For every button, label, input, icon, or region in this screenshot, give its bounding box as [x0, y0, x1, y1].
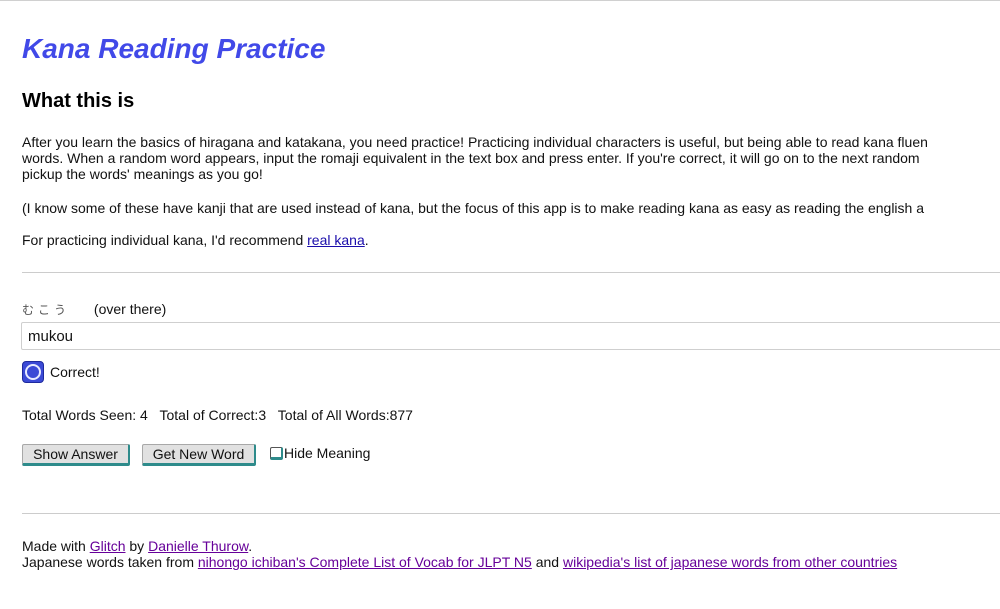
divider-top — [22, 272, 1000, 273]
made-with-text: Made with — [22, 538, 90, 554]
footer: Made with Glitch by Danielle Thurow. Jap… — [22, 538, 897, 570]
intro-line-2: words. When a random word appears, input… — [22, 150, 920, 166]
recommendation-prefix: For practicing individual kana, I'd reco… — [22, 232, 308, 248]
taken-from-text: Japanese words taken from — [22, 554, 198, 570]
by-text: by — [125, 538, 149, 554]
glitch-link[interactable]: Glitch — [90, 538, 126, 554]
show-answer-button[interactable]: Show Answer — [22, 444, 130, 466]
get-new-word-button[interactable]: Get New Word — [142, 444, 256, 466]
all-words-value: 877 — [389, 407, 413, 423]
page-title: Kana Reading Practice — [22, 33, 326, 64]
divider-bottom — [22, 513, 1000, 514]
author-link[interactable]: Danielle Thurow — [148, 538, 248, 554]
words-seen-value: 4 — [140, 407, 148, 423]
all-words-label: Total of All Words: — [277, 407, 390, 423]
recommendation-suffix: . — [364, 232, 369, 248]
romaji-answer-input[interactable] — [21, 322, 1000, 350]
word-meaning: (over there) — [93, 301, 167, 317]
jlpt-vocab-link[interactable]: nihongo ichiban's Complete List of Vocab… — [198, 554, 532, 570]
hide-meaning-label: Hide Meaning — [284, 445, 371, 461]
section-heading: What this is — [22, 90, 135, 112]
kana-word: むこう — [22, 303, 71, 317]
correct-label: Total of Correct: — [159, 407, 259, 423]
period-text: . — [248, 538, 253, 554]
kanji-note: (I know some of these have kanji that ar… — [22, 200, 924, 216]
result-feedback: Correct! — [22, 360, 100, 384]
recommendation-paragraph: For practicing individual kana, I'd reco… — [22, 232, 369, 248]
real-kana-link[interactable]: real kana — [307, 232, 365, 248]
circle-correct-icon — [22, 361, 44, 383]
correct-value: 3 — [258, 407, 267, 423]
intro-line-3: pickup the words' meanings as you go! — [22, 166, 263, 182]
stats-line: Total Words Seen: 4 Total of Correct:3 T… — [22, 407, 413, 423]
intro-line-1: After you learn the basics of hiragana a… — [22, 134, 928, 150]
words-seen-label: Total Words Seen: — [22, 407, 141, 423]
and-text: and — [531, 554, 563, 570]
hide-meaning-checkbox[interactable] — [270, 446, 283, 460]
result-text: Correct! — [50, 364, 100, 380]
wikipedia-link[interactable]: wikipedia's list of japanese words from … — [563, 554, 897, 570]
intro-paragraph: After you learn the basics of hiragana a… — [22, 134, 928, 182]
quiz-word: むこう (over there) — [22, 301, 166, 318]
hide-meaning-toggle[interactable]: Hide Meaning — [268, 445, 370, 461]
